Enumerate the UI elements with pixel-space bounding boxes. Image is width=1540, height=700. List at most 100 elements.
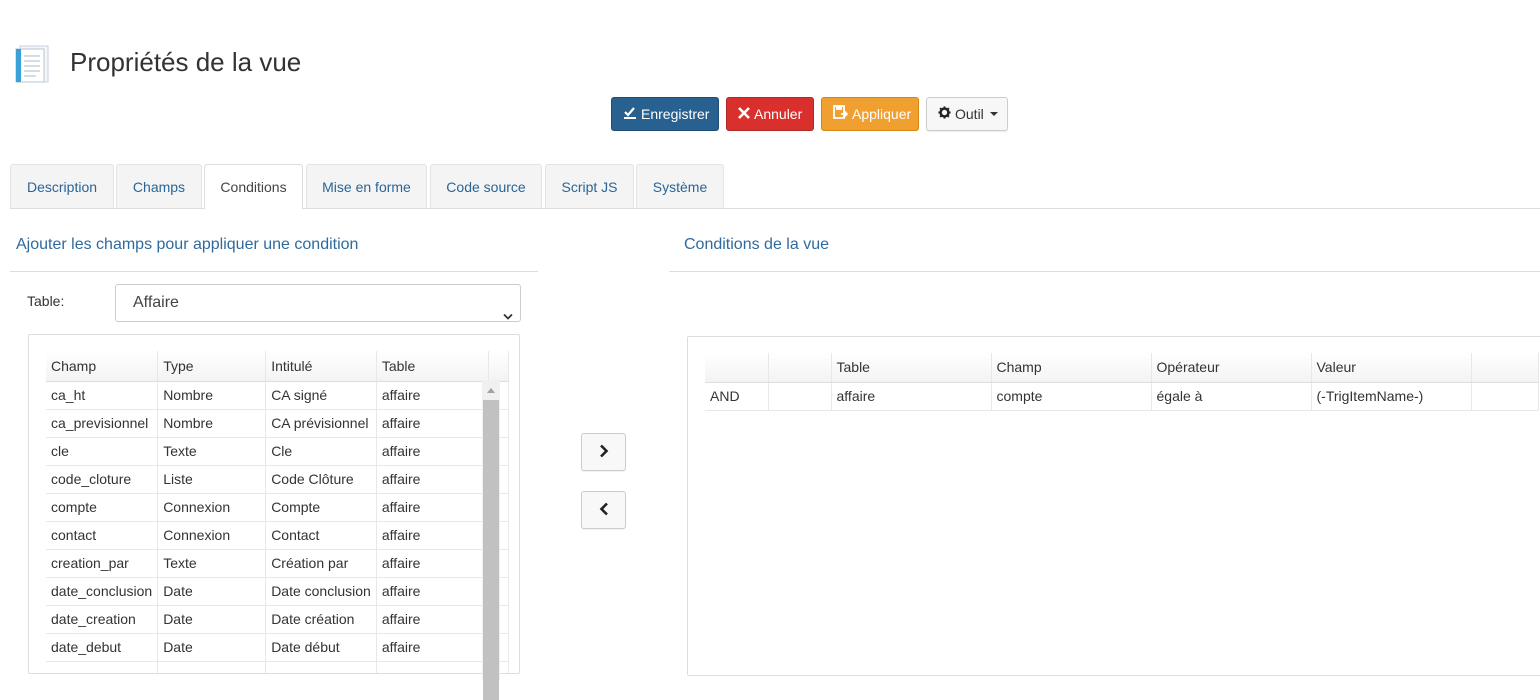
field-type-cell [157, 661, 267, 673]
column-header-intitule[interactable]: Intitulé [265, 351, 377, 382]
column-header-spacer [488, 351, 509, 382]
tab-conditions[interactable]: Conditions [204, 164, 303, 209]
condition-parenthesis-cell[interactable] [768, 382, 832, 411]
field-row[interactable]: code_cloture Liste Code Clôture affaire [46, 465, 509, 494]
field-table-cell: affaire [376, 605, 489, 634]
condition-field-cell[interactable]: compte [991, 382, 1152, 411]
field-type-cell: Liste [157, 465, 267, 494]
field-intitule-cell: Code Clôture [265, 465, 377, 494]
apply-button[interactable]: Appliquer [821, 97, 919, 131]
field-champ-cell: date_debut [46, 633, 159, 662]
field-champ-cell: compte [46, 493, 159, 522]
field-table-cell: affaire [376, 633, 489, 662]
tab-code-source[interactable]: Code source [430, 164, 542, 208]
condition-operator-cell[interactable]: égale à [1151, 382, 1312, 411]
column-header-parenthesis[interactable] [768, 353, 832, 383]
field-type-cell: Texte [157, 437, 267, 466]
remove-condition-button[interactable] [581, 491, 626, 529]
field-champ-cell [46, 661, 159, 673]
field-row[interactable]: date_conclusion Date Date conclusion affair… [46, 577, 509, 606]
field-champ-cell: contact [46, 521, 159, 550]
table-select[interactable]: Affaire [115, 284, 521, 322]
save-button-label: Enregistrer [641, 106, 710, 122]
tab-script-js[interactable]: Script JS [545, 164, 634, 208]
column-header-type[interactable]: Type [157, 351, 267, 382]
field-type-cell: Date [157, 633, 267, 662]
tab-description[interactable]: Description [10, 164, 114, 208]
column-header-operateur[interactable]: Opérateur [1151, 353, 1312, 383]
gear-icon [938, 98, 951, 130]
column-header-table[interactable]: Table [831, 353, 992, 383]
field-row[interactable]: date_creation Date Date création affaire [46, 605, 509, 634]
field-champ-cell: date_conclusion [46, 577, 159, 606]
column-header-operator-logic[interactable] [705, 353, 769, 383]
close-icon [738, 98, 750, 130]
add-condition-button[interactable] [581, 433, 626, 471]
save-icon [623, 98, 637, 130]
field-row[interactable]: ca_ht Nombre CA signé affaire [46, 381, 509, 410]
field-table-cell [376, 661, 489, 673]
field-intitule-cell [265, 661, 377, 673]
field-type-cell: Date [157, 577, 267, 606]
cancel-button[interactable]: Annuler [726, 97, 814, 131]
field-row[interactable]: contact Connexion Contact affaire [46, 521, 509, 550]
field-row[interactable]: cle Texte Cle affaire [46, 437, 509, 466]
save-button[interactable]: Enregistrer [611, 97, 719, 131]
condition-value-cell[interactable]: (-TrigItemName-) [1311, 382, 1472, 411]
field-intitule-cell: Date conclusion [265, 577, 377, 606]
condition-table-cell[interactable]: affaire [831, 382, 992, 411]
tool-button-label: Outil [955, 106, 984, 122]
field-row[interactable]: compte Connexion Compte affaire [46, 493, 509, 522]
chevron-right-icon [599, 444, 609, 461]
field-intitule-cell: CA signé [265, 381, 377, 410]
field-row[interactable]: date_debut Date Date début affaire [46, 633, 509, 662]
field-row[interactable]: creation_par Texte Création par affaire [46, 549, 509, 578]
tool-dropdown-button[interactable]: Outil [926, 97, 1008, 131]
field-table-cell: affaire [376, 521, 489, 550]
field-intitule-cell: Compte [265, 493, 377, 522]
field-type-cell: Nombre [157, 409, 267, 438]
scrollbar-thumb[interactable] [483, 400, 499, 700]
field-type-cell: Connexion [157, 493, 267, 522]
condition-row[interactable]: AND affaire compte égale à (-TrigItemNam… [705, 382, 1539, 411]
fields-panel-divider [10, 271, 538, 272]
field-champ-cell: cle [46, 437, 159, 466]
field-row[interactable]: ca_previsionnel Nombre CA prévisionnel affa… [46, 409, 509, 438]
field-intitule-cell: Cle [265, 437, 377, 466]
page-title: Propriétés de la vue [70, 47, 302, 77]
column-header-champ[interactable]: Champ [46, 351, 159, 382]
column-header-table[interactable]: Table [376, 351, 489, 382]
field-champ-cell: ca_ht [46, 381, 159, 410]
scroll-up-arrow-icon[interactable] [487, 388, 495, 393]
tab-champs[interactable]: Champs [116, 164, 202, 208]
field-row[interactable] [46, 661, 509, 673]
column-header-valeur[interactable]: Valeur [1311, 353, 1472, 383]
caret-down-icon [989, 112, 998, 116]
fields-panel-title: Ajouter les champs pour appliquer une co… [16, 236, 359, 253]
apply-button-label: Appliquer [852, 106, 912, 122]
apply-icon [833, 98, 849, 130]
field-intitule-cell: Date début [265, 633, 377, 662]
field-table-cell: affaire [376, 549, 489, 578]
cancel-button-label: Annuler [754, 106, 803, 122]
fields-grid-scrollbar[interactable] [482, 380, 500, 700]
field-table-cell: affaire [376, 409, 489, 438]
field-table-cell: affaire [376, 577, 489, 606]
conditions-grid: Table Champ Opérateur Valeur AND affaire… [687, 336, 1540, 676]
field-champ-cell: date_creation [46, 605, 159, 634]
condition-extra-cell[interactable] [1471, 382, 1539, 411]
column-header-extra[interactable] [1471, 353, 1539, 383]
field-champ-cell: creation_par [46, 549, 159, 578]
field-champ-cell: ca_previsionnel [46, 409, 159, 438]
conditions-panel-title: Conditions de la vue [684, 236, 829, 253]
tab-mise-en-forme[interactable]: Mise en forme [306, 164, 427, 208]
field-intitule-cell: CA prévisionnel [265, 409, 377, 438]
tab-systeme[interactable]: Système [636, 164, 724, 208]
column-header-champ[interactable]: Champ [991, 353, 1152, 383]
field-type-cell: Texte [157, 549, 267, 578]
table-select-value: Affaire [133, 294, 179, 311]
condition-logic-cell[interactable]: AND [705, 382, 769, 411]
chevron-down-icon [503, 299, 513, 320]
conditions-panel-divider [669, 271, 1540, 272]
field-table-cell: affaire [376, 381, 489, 410]
